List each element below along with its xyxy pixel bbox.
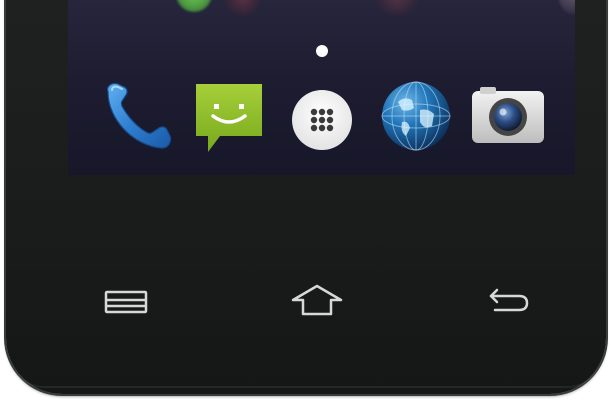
app-drawer-button[interactable] <box>290 88 354 152</box>
wallpaper-bokeh <box>374 0 420 16</box>
back-button[interactable] <box>485 284 533 316</box>
wallpaper-bokeh <box>558 0 575 14</box>
messaging-app-icon[interactable] <box>194 82 264 154</box>
menu-icon <box>104 290 148 314</box>
back-arrow-icon <box>489 288 529 312</box>
browser-globe-icon[interactable] <box>380 80 452 152</box>
navigation-bar <box>0 260 611 340</box>
wallpaper-bokeh <box>176 0 212 12</box>
camera-app-icon[interactable] <box>470 85 546 147</box>
phone-app-icon[interactable] <box>98 78 174 154</box>
page-indicator-dot <box>316 45 328 57</box>
wallpaper-bokeh <box>225 0 261 16</box>
home-icon <box>291 284 343 316</box>
home-screen <box>68 0 575 175</box>
home-button[interactable] <box>289 282 345 318</box>
menu-button[interactable] <box>100 286 152 318</box>
